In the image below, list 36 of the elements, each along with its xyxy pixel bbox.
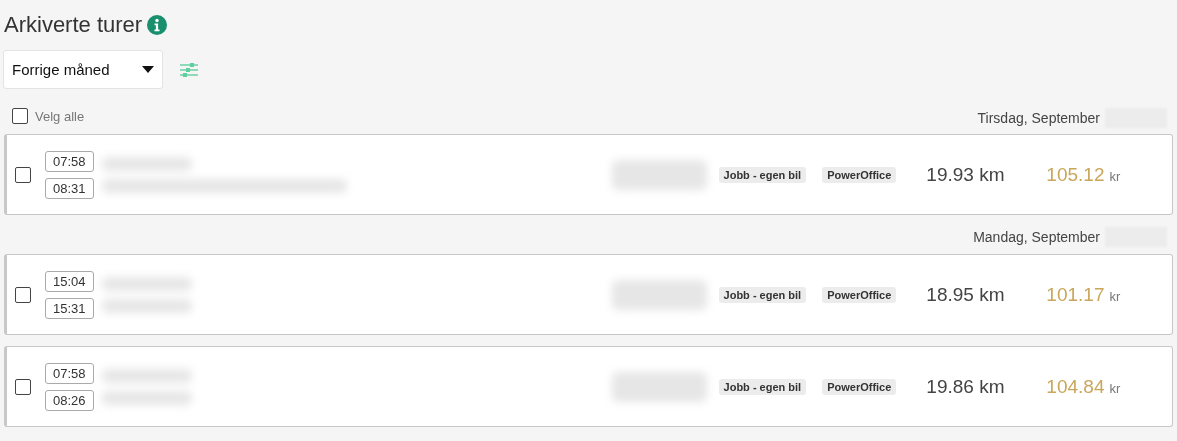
distance-value: 19.93 km xyxy=(926,163,1006,186)
date-heading: Tirsdag, September xyxy=(977,110,1100,126)
amount-value: 104.84 xyxy=(1046,375,1105,398)
trip-card[interactable]: 15:04 15:31 Jobb - egen bil PowerOffice 18.95 km 101.17 kr xyxy=(4,254,1173,335)
trip-card[interactable]: 07:58 08:26 Jobb - egen bil PowerOffice 19.86 km 104.84 kr xyxy=(4,346,1173,427)
filter-sliders-icon[interactable] xyxy=(180,61,198,78)
select-all-label: Velg alle xyxy=(35,108,85,124)
amount-value: 105.12 xyxy=(1046,163,1105,186)
end-time: 08:31 xyxy=(45,177,94,199)
caret-icon xyxy=(142,66,154,73)
end-time: 15:31 xyxy=(45,297,94,319)
trip-tag: Jobb - egen bil xyxy=(718,166,807,183)
distance-value: 19.86 km xyxy=(926,375,1006,398)
currency-label: kr xyxy=(1109,289,1121,304)
amount-value: 101.17 xyxy=(1046,283,1105,306)
period-dropdown[interactable]: Forrige måned xyxy=(3,50,163,89)
trip-tag: PowerOffice xyxy=(822,378,897,395)
page-title: Arkiverte turer xyxy=(4,12,143,38)
trip-checkbox[interactable] xyxy=(15,378,31,395)
info-icon[interactable] xyxy=(147,15,168,35)
trip-tag: PowerOffice xyxy=(822,286,897,303)
start-time: 07:58 xyxy=(45,362,94,384)
start-time: 15:04 xyxy=(45,270,94,292)
trip-tag: Jobb - egen bil xyxy=(718,378,807,395)
distance-value: 18.95 km xyxy=(926,283,1006,306)
trip-tag: Jobb - egen bil xyxy=(718,286,807,303)
start-time: 07:58 xyxy=(45,150,94,172)
trip-card[interactable]: 07:58 08:31 Jobb - egen bil PowerOffice 19.93 km 105.12 kr xyxy=(4,134,1173,215)
end-time: 08:26 xyxy=(45,389,94,411)
trip-checkbox[interactable] xyxy=(15,166,31,183)
currency-label: kr xyxy=(1109,381,1121,396)
currency-label: kr xyxy=(1109,169,1121,184)
trip-tag: PowerOffice xyxy=(822,166,897,183)
date-heading: Mandag, September xyxy=(973,229,1100,245)
select-all-checkbox[interactable] xyxy=(12,108,28,124)
trip-checkbox[interactable] xyxy=(15,286,31,303)
